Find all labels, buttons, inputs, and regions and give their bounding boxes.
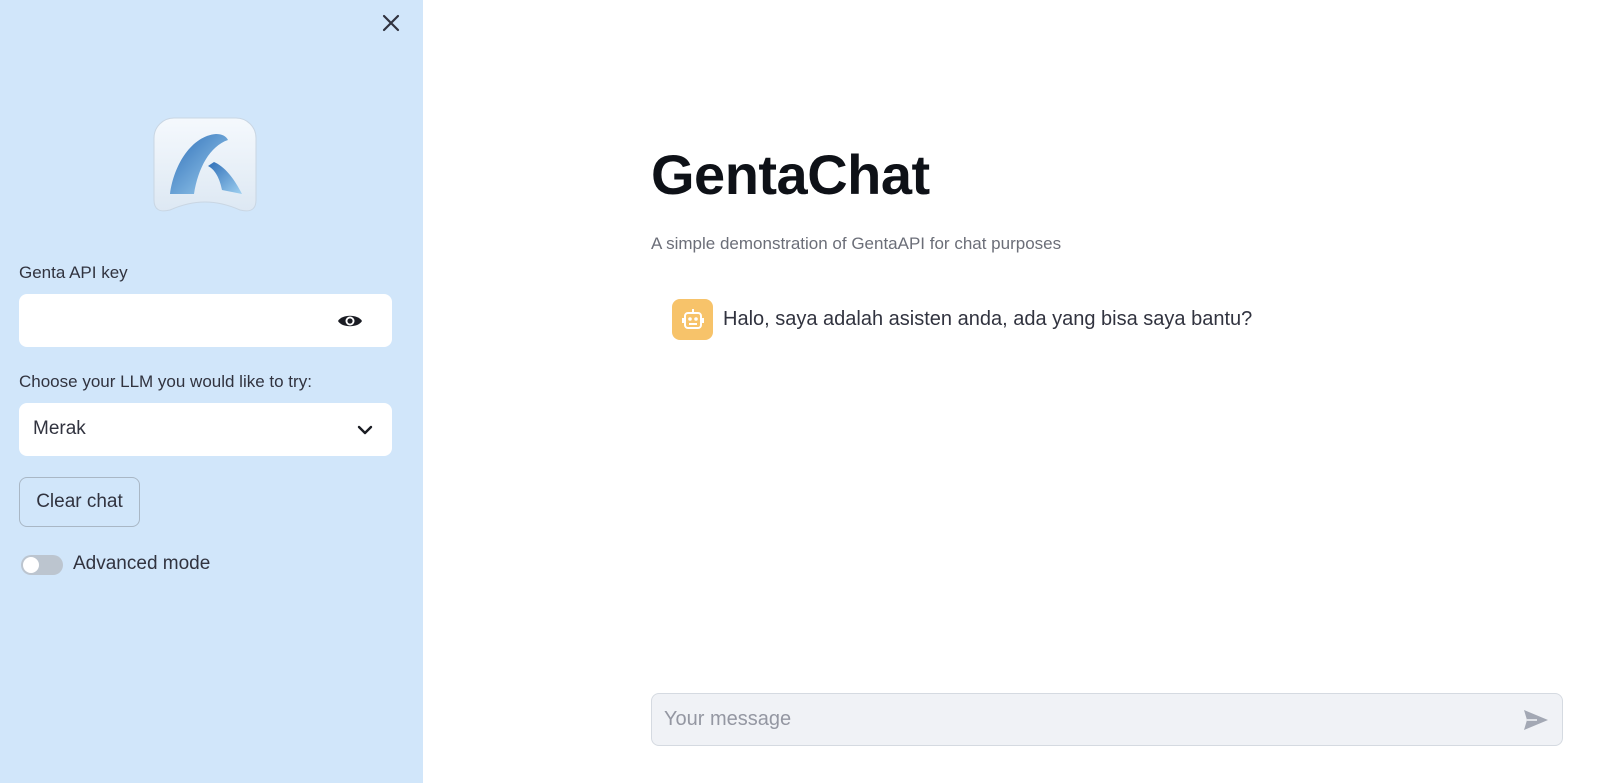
page-title: GentaChat [651, 143, 930, 206]
api-key-input[interactable] [19, 294, 339, 347]
llm-selected-value: Merak [33, 418, 86, 439]
sidebar: Genta API key Choose your LLM you would … [0, 0, 423, 783]
assistant-avatar [672, 299, 713, 340]
assistant-message: Halo, saya adalah asisten anda, ada yang… [723, 308, 1253, 330]
send-icon [1524, 710, 1548, 730]
chat-input-container [651, 693, 1563, 746]
close-icon [382, 14, 400, 32]
genta-logo [152, 116, 258, 218]
toggle-knob [23, 557, 39, 573]
show-password-button[interactable] [336, 308, 364, 334]
llm-select-label: Choose your LLM you would like to try: [19, 372, 312, 391]
llm-select[interactable]: Merak [19, 403, 392, 456]
clear-chat-button[interactable]: Clear chat [19, 477, 140, 527]
send-button[interactable] [1522, 707, 1550, 733]
eye-icon [338, 315, 362, 327]
robot-icon [681, 308, 704, 329]
close-sidebar-button[interactable] [378, 10, 404, 36]
chevron-down-icon [357, 425, 373, 435]
api-key-field [19, 294, 392, 347]
advanced-mode-label: Advanced mode [73, 553, 211, 574]
api-key-label: Genta API key [19, 263, 128, 282]
advanced-mode-toggle[interactable] [21, 555, 63, 575]
chat-input[interactable] [652, 694, 1492, 745]
page-subtitle: A simple demonstration of GentaAPI for c… [651, 234, 1062, 253]
